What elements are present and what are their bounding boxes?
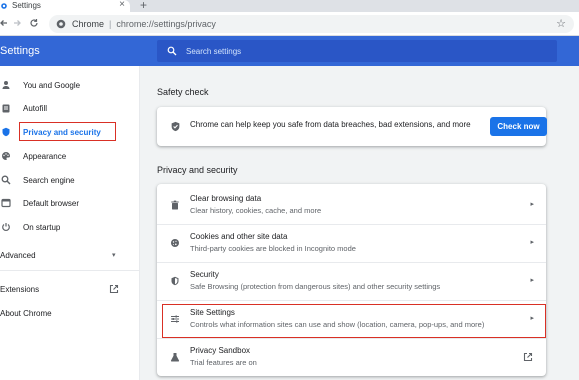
bookmark-star-icon[interactable]: ☆ (556, 17, 566, 31)
power-icon (1, 222, 11, 232)
trash-icon (169, 199, 181, 211)
new-tab-button[interactable]: + (140, 0, 147, 11)
sidebar-item-advanced[interactable]: Advanced ▾ (0, 245, 140, 265)
browser-toolbar: Chrome | chrome://settings/privacy ☆ (0, 12, 579, 36)
chevron-down-icon: ▾ (112, 252, 116, 259)
reload-icon[interactable] (27, 16, 41, 30)
privacy-security-card: Clear browsing data Clear history, cooki… (157, 184, 546, 376)
safety-check-card: Chrome can help keep you safe from data … (157, 107, 547, 146)
row-privacy-sandbox[interactable]: Privacy Sandbox Trial features are on (157, 339, 546, 375)
sidebar-item-extensions[interactable]: Extensions (0, 279, 140, 299)
row-cookies-and-site-data[interactable]: Cookies and other site data Third-party … (157, 225, 546, 261)
person-icon (1, 80, 11, 90)
search-icon (1, 175, 11, 185)
highlight-box-privacy (19, 122, 116, 141)
shield-icon (1, 127, 11, 137)
chevron-right-icon: ▸ (530, 277, 534, 284)
chevron-right-icon: ▸ (530, 201, 534, 208)
tab-settings[interactable]: Settings × (0, 0, 130, 12)
sidebar-item-about-chrome[interactable]: About Chrome (0, 303, 140, 323)
omnibox-separator: | (109, 19, 112, 29)
section-title-privacy-and-security: Privacy and security (157, 165, 238, 175)
sidebar-item-label: Extensions (0, 284, 40, 294)
sidebar-item-label: Default browser (23, 198, 80, 208)
tab-strip: Settings × + (0, 0, 579, 12)
settings-sidebar: You and Google Autofill Privacy and secu… (0, 66, 140, 380)
palette-icon (1, 151, 11, 161)
highlight-box-site-settings (162, 304, 546, 338)
site-name: Chrome (72, 19, 105, 29)
sidebar-item-label: Autofill (23, 103, 48, 113)
clipboard-icon (1, 103, 11, 113)
settings-gear-icon (0, 2, 8, 10)
search-input[interactable] (186, 46, 486, 56)
tab-title: Settings (12, 1, 41, 10)
check-now-button[interactable]: Check now (490, 117, 547, 136)
row-clear-browsing-data[interactable]: Clear browsing data Clear history, cooki… (157, 187, 546, 223)
row-title: Cookies and other site data (190, 232, 288, 241)
sidebar-item-autofill[interactable]: Autofill (0, 98, 140, 118)
row-title: Privacy Sandbox (190, 346, 251, 355)
url-text[interactable]: chrome://settings/privacy (116, 19, 216, 29)
sidebar-item-on-startup[interactable]: On startup (0, 217, 140, 237)
chrome-logo-icon (56, 19, 66, 29)
close-tab-icon[interactable]: × (119, 0, 125, 10)
chevron-right-icon: ▸ (530, 239, 534, 246)
open-in-new-icon (109, 284, 119, 294)
forward-arrow-icon[interactable] (10, 16, 24, 30)
sidebar-item-label: About Chrome (0, 308, 52, 318)
sidebar-item-label: Search engine (23, 175, 75, 185)
safety-check-description: Chrome can help keep you safe from data … (190, 120, 471, 129)
section-title-safety-check: Safety check (157, 87, 209, 97)
open-in-new-icon (523, 351, 534, 362)
shield-check-icon (169, 120, 181, 132)
row-subtitle: Third-party cookies are blocked in Incog… (190, 244, 356, 253)
sidebar-item-search-engine[interactable]: Search engine (0, 170, 140, 190)
row-subtitle: Clear history, cookies, cache, and more (190, 206, 322, 215)
shield-icon (169, 275, 181, 287)
sidebar-item-label: You and Google (23, 80, 81, 90)
sidebar-item-label: Advanced (0, 250, 36, 260)
row-subtitle: Trial features are on (190, 358, 257, 367)
page-title: Settings (0, 45, 40, 57)
sidebar-item-label: Appearance (23, 151, 67, 161)
search-settings-box[interactable] (157, 40, 557, 62)
sidebar-item-default-browser[interactable]: Default browser (0, 193, 140, 213)
row-title: Security (190, 270, 219, 279)
sidebar-item-label: On startup (23, 222, 61, 232)
settings-header: Settings (0, 36, 579, 66)
search-icon (167, 46, 177, 56)
row-security[interactable]: Security Safe Browsing (protection from … (157, 263, 546, 299)
cookie-icon (169, 237, 181, 249)
row-title: Clear browsing data (190, 194, 262, 203)
browser-icon (1, 198, 11, 208)
flask-icon (169, 351, 181, 363)
sidebar-divider (0, 270, 140, 271)
sidebar-item-you-and-google[interactable]: You and Google (0, 75, 140, 95)
row-subtitle: Safe Browsing (protection from dangerous… (190, 282, 441, 291)
sidebar-item-appearance[interactable]: Appearance (0, 146, 140, 166)
address-bar[interactable]: Chrome | chrome://settings/privacy ☆ (49, 15, 574, 33)
